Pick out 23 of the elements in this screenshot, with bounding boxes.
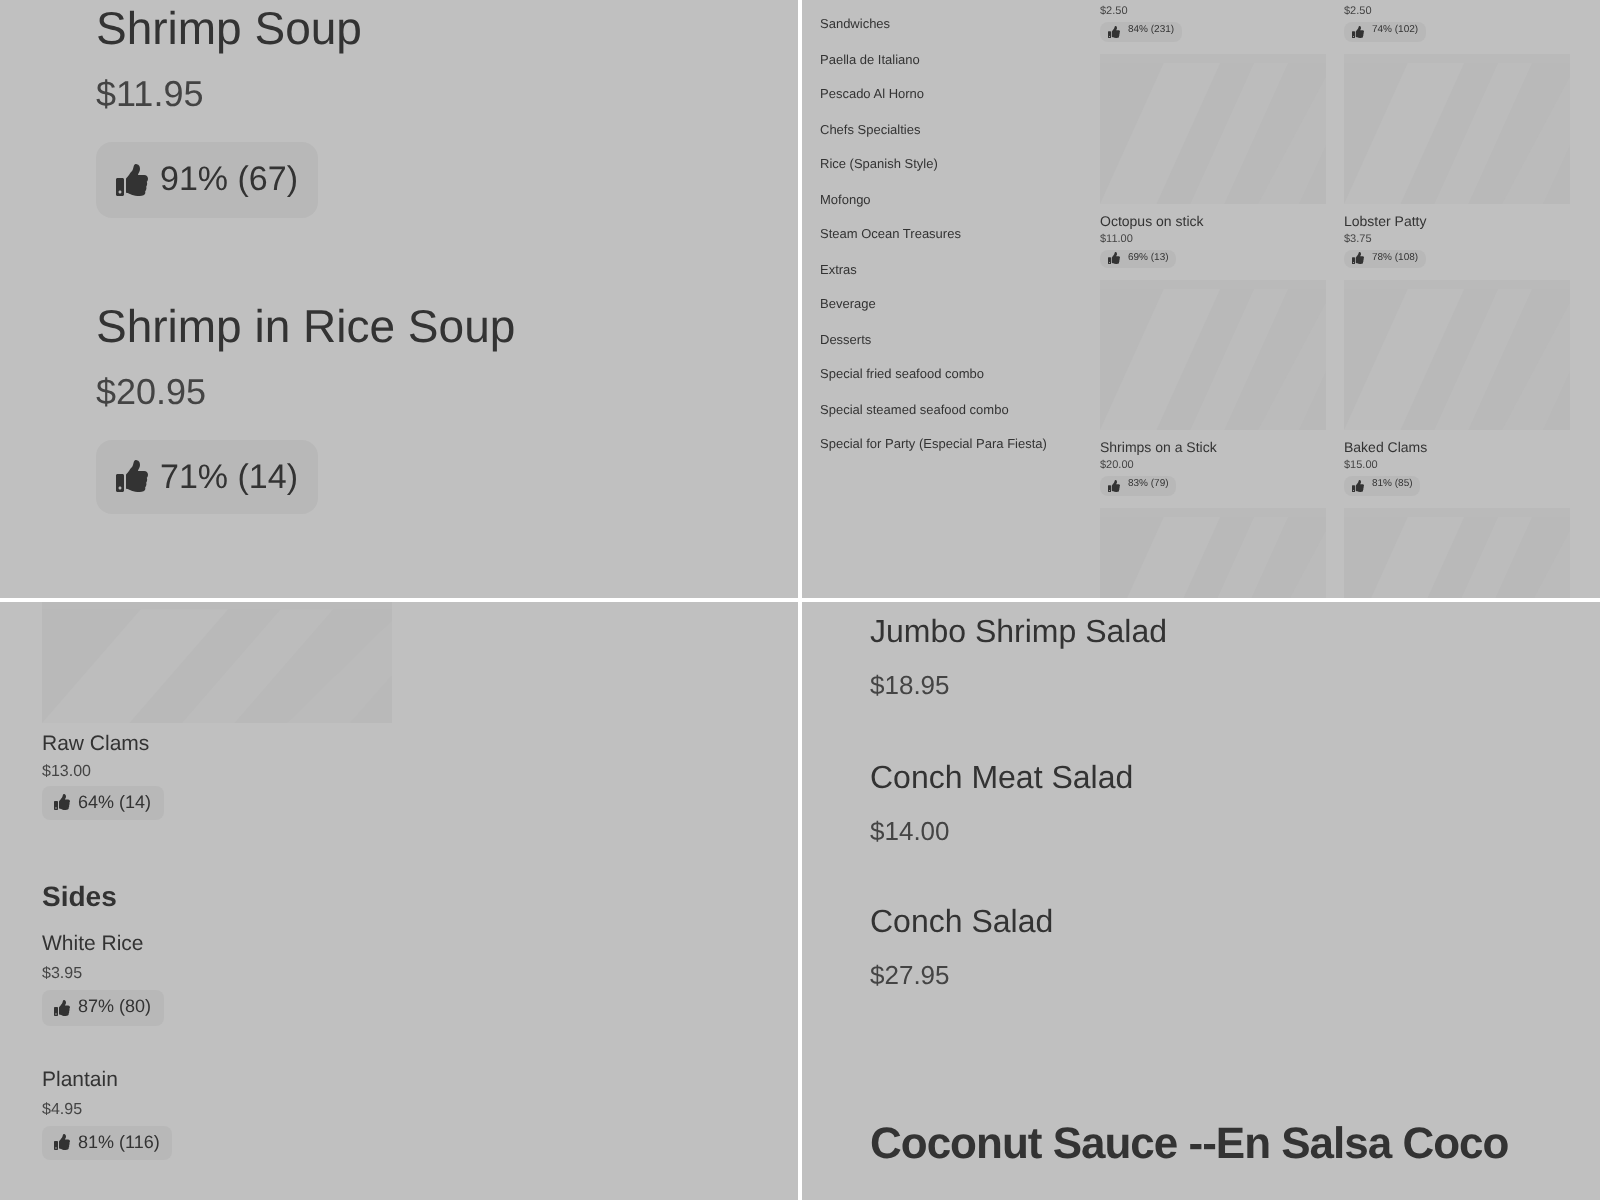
item-name: Plantain (42, 1065, 118, 1093)
item-price: $11.95 (96, 72, 204, 118)
rating-badge: 71% (14) (96, 439, 318, 514)
item-price: $13.00 (42, 759, 91, 783)
item-price: $14.00 (870, 813, 950, 849)
rating-badge: 81% (116) (42, 1125, 172, 1160)
item-name: Shrimp in Rice Soup (96, 297, 516, 353)
item-name: Raw Clams (42, 729, 150, 757)
item-price: $27.95 (870, 958, 950, 994)
rating-badge: 64% (14) (42, 785, 164, 820)
section-heading: Coconut Sauce --En Salsa Coco (870, 1115, 1509, 1171)
item-price: $3.95 (42, 962, 83, 986)
item-name: White Rice (42, 930, 144, 958)
item-name: Shrimp Soup (96, 0, 362, 56)
rating-badge: 87% (80) (42, 990, 164, 1025)
section-heading: Sides (42, 878, 117, 916)
rating-badge: 91% (67) (96, 142, 318, 217)
item-name: Conch Meat Salad (870, 759, 1134, 799)
item-price: $20.95 (96, 369, 207, 415)
item-name: Conch Salad (870, 904, 1054, 944)
item-price: $18.95 (870, 668, 950, 704)
item-price: $4.95 (42, 1097, 83, 1121)
item-name: Jumbo Shrimp Salad (870, 614, 1168, 654)
